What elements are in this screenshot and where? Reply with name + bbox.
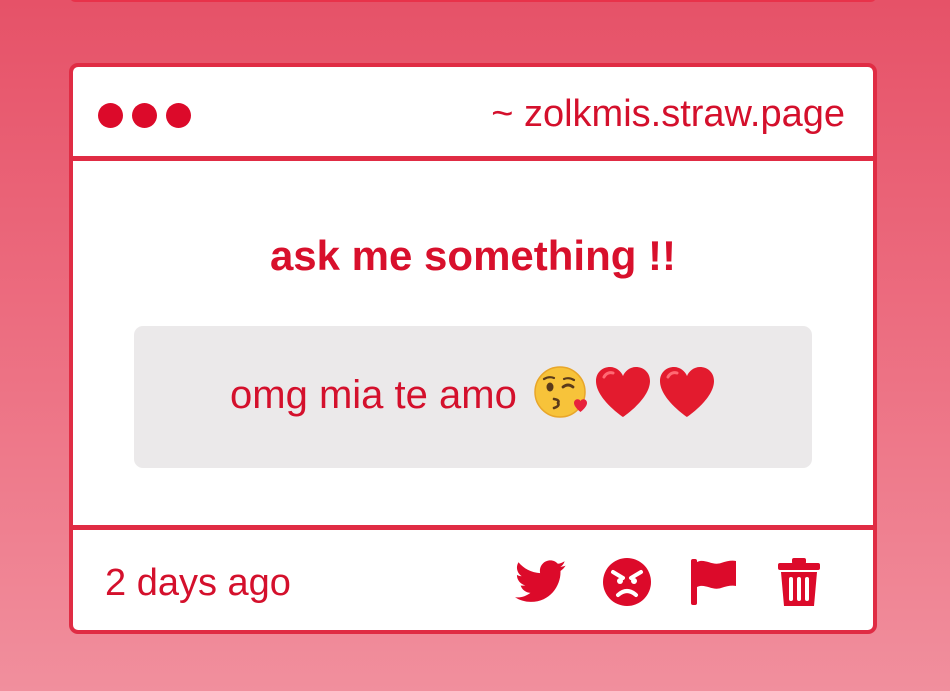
action-bar	[515, 556, 825, 608]
question-card: ~ zolkmis.straw.page ask me something !!…	[69, 63, 877, 634]
question-content: omg mia te amo	[230, 365, 716, 430]
site-url: ~ zolkmis.straw.page	[491, 93, 845, 135]
prompt-title: ask me something !!	[269, 232, 677, 279]
kissing-face-icon	[534, 365, 588, 430]
question-text: omg mia te amo	[230, 372, 517, 417]
question-box: omg mia te amo	[134, 326, 812, 468]
window-dot	[132, 103, 157, 128]
window-dot	[98, 103, 123, 128]
trash-icon[interactable]	[773, 556, 825, 608]
window-dot	[166, 103, 191, 128]
red-heart-icon	[594, 365, 652, 430]
timestamp: 2 days ago	[105, 562, 291, 604]
card-header: ~ zolkmis.straw.page	[73, 67, 873, 161]
card-body: ask me something !! omg mia te amo	[73, 161, 873, 529]
flag-icon[interactable]	[687, 556, 739, 608]
card-footer: 2 days ago	[73, 525, 873, 630]
previous-card-edge	[70, 0, 876, 2]
window-dots	[98, 103, 191, 128]
twitter-icon[interactable]	[515, 556, 567, 608]
angry-face-icon[interactable]	[601, 556, 653, 608]
red-heart-icon	[658, 365, 716, 430]
